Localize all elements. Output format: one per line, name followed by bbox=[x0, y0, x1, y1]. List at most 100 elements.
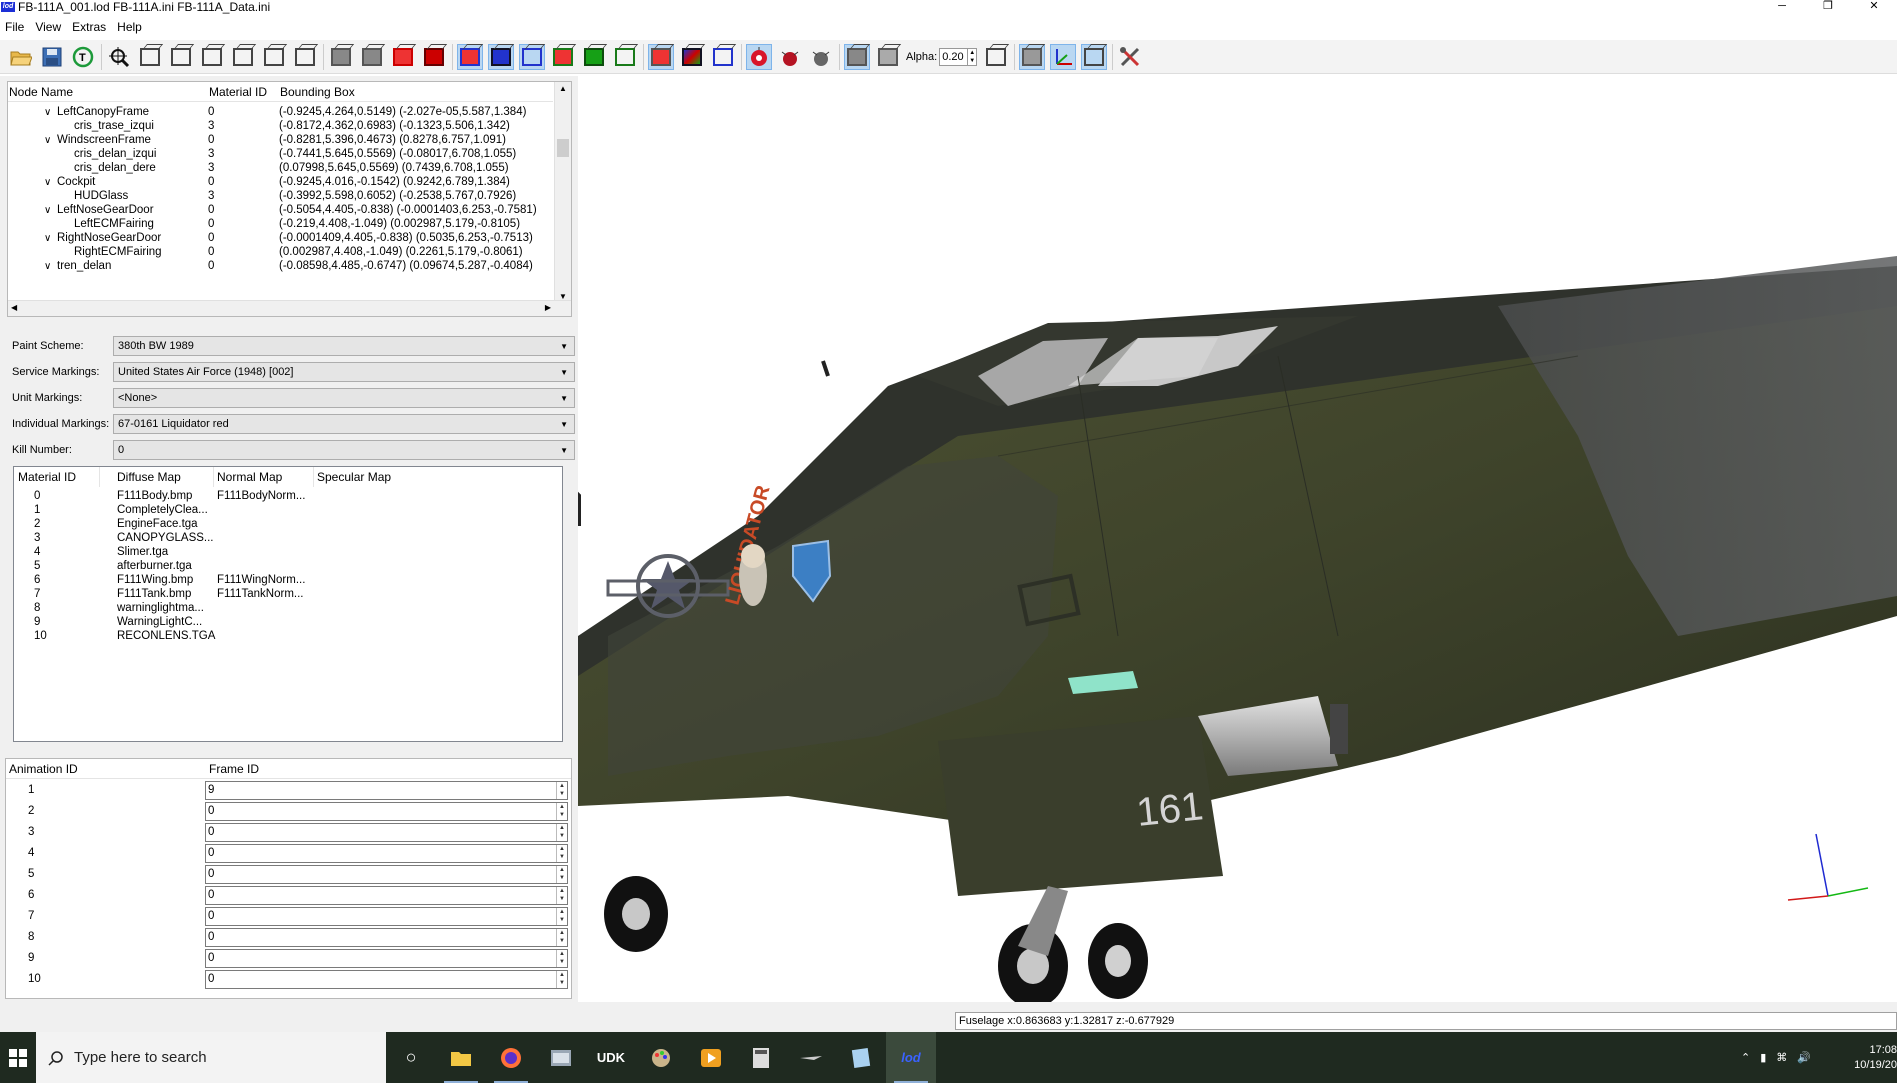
spinner-arrows-icon[interactable]: ▲ ▼ bbox=[556, 866, 567, 883]
tree-horizontal-scrollbar[interactable]: ◀ ▶ bbox=[8, 300, 571, 316]
render-mode-2-button[interactable] bbox=[679, 44, 705, 70]
individual-markings-select[interactable]: 67-0161 Liquidator red ▼ bbox=[113, 414, 575, 434]
close-button[interactable]: ✕ bbox=[1851, 0, 1897, 14]
taskbar-lod-editor[interactable]: lod bbox=[886, 1032, 936, 1083]
battery-icon[interactable]: ▮ bbox=[1760, 1051, 1766, 1064]
kill-number-select[interactable]: 0 ▼ bbox=[113, 440, 575, 460]
axis-y-wire-button[interactable] bbox=[550, 44, 576, 70]
paint-scheme-select[interactable]: 380th BW 1989 ▼ bbox=[113, 336, 575, 356]
clock[interactable]: 17:08 10/19/20 bbox=[1817, 1043, 1897, 1073]
view-right-button[interactable] bbox=[230, 44, 256, 70]
volume-icon[interactable]: 🔊 bbox=[1797, 1051, 1811, 1064]
tree-vertical-scrollbar[interactable]: ▲ ▼ bbox=[554, 82, 571, 303]
shade-red-dark-button[interactable] bbox=[421, 44, 447, 70]
menu-view[interactable]: View bbox=[30, 20, 67, 34]
taskbar-app-4[interactable]: UDK bbox=[586, 1032, 636, 1083]
col-node-name[interactable]: Node Name bbox=[8, 82, 73, 102]
spinner-arrows-icon[interactable]: ▲ ▼ bbox=[556, 908, 567, 925]
tree-row[interactable]: ∨ tren_delan 0 (-0.08598,4.485,-0.6747) (0.… bbox=[8, 258, 553, 275]
axis-x-box-button[interactable] bbox=[519, 43, 545, 70]
alpha-input[interactable]: 0.20 ▲ ▼ bbox=[939, 47, 978, 66]
material-row[interactable]: 10 RECONLENS.TGA bbox=[14, 628, 562, 645]
transparency-2-button[interactable] bbox=[875, 44, 901, 70]
wifi-icon[interactable]: ⌘ bbox=[1776, 1051, 1787, 1064]
shade-red-button[interactable] bbox=[390, 44, 416, 70]
frame-id-spinbox[interactable]: 9 ▲ ▼ bbox=[205, 781, 568, 800]
show-box-button[interactable] bbox=[1081, 43, 1108, 70]
col-normal-map[interactable]: Normal Map bbox=[217, 470, 282, 484]
3d-viewport[interactable]: LIQUIDATOR 161 bbox=[578, 76, 1897, 1002]
scroll-right-icon[interactable]: ▶ bbox=[545, 303, 551, 312]
render-mode-3-button[interactable] bbox=[710, 44, 736, 70]
axis-y-solid-button[interactable] bbox=[581, 44, 607, 70]
axis-y-box-button[interactable] bbox=[612, 44, 638, 70]
scroll-left-icon[interactable]: ◀ bbox=[11, 303, 17, 312]
open-button[interactable] bbox=[8, 44, 34, 70]
service-markings-select[interactable]: United States Air Force (1948) [002] ▼ bbox=[113, 362, 575, 382]
save-button[interactable] bbox=[39, 44, 65, 70]
material-list[interactable]: Material ID Diffuse Map Normal Map Specu… bbox=[13, 466, 563, 742]
taskbar-app-9[interactable] bbox=[836, 1032, 886, 1083]
frame-id-spinbox[interactable]: 0 ▲ ▼ bbox=[205, 928, 568, 947]
start-button[interactable] bbox=[0, 1032, 36, 1083]
view-left-button[interactable] bbox=[199, 44, 225, 70]
spinner-arrows-icon[interactable]: ▲ ▼ bbox=[556, 887, 567, 904]
restore-button[interactable]: ❐ bbox=[1805, 0, 1851, 14]
shade-flat-button[interactable] bbox=[328, 44, 354, 70]
taskbar-firefox[interactable] bbox=[486, 1032, 536, 1083]
spinner-arrows-icon[interactable]: ▲ ▼ bbox=[556, 782, 567, 799]
show-axes-button[interactable] bbox=[1050, 43, 1077, 70]
spinner-arrows-icon[interactable]: ▲ ▼ bbox=[556, 824, 567, 841]
lights-red-button[interactable] bbox=[746, 43, 772, 70]
frame-id-spinbox[interactable]: 0 ▲ ▼ bbox=[205, 949, 568, 968]
frame-id-spinbox[interactable]: 0 ▲ ▼ bbox=[205, 844, 568, 863]
col-frame-id[interactable]: Frame ID bbox=[209, 762, 259, 776]
reload-texture-button[interactable]: T bbox=[70, 44, 96, 70]
axis-x-solid-button[interactable] bbox=[488, 43, 514, 70]
taskbar-app-3[interactable] bbox=[536, 1032, 586, 1083]
aircraft-render[interactable]: LIQUIDATOR 161 bbox=[578, 76, 1897, 1002]
col-material-id[interactable]: Material ID bbox=[208, 82, 267, 102]
zoom-fit-button[interactable] bbox=[106, 44, 132, 70]
spinner-arrows-icon[interactable]: ▲ ▼ bbox=[556, 929, 567, 946]
spinner-arrows-icon[interactable]: ▲ ▼ bbox=[556, 845, 567, 862]
frame-id-spinbox[interactable]: 0 ▲ ▼ bbox=[205, 886, 568, 905]
show-normals-button[interactable] bbox=[1019, 43, 1046, 70]
taskbar-search-box[interactable]: Type here to search bbox=[36, 1032, 386, 1083]
spinner-arrows-icon[interactable]: ▲ ▼ bbox=[556, 950, 567, 967]
render-mode-1-button[interactable] bbox=[648, 43, 674, 70]
node-tree[interactable]: Node Name Material ID Bounding Box ∨ Left… bbox=[7, 81, 572, 317]
menu-extras[interactable]: Extras bbox=[67, 20, 112, 34]
scroll-up-icon[interactable]: ▲ bbox=[555, 84, 571, 93]
minimize-button[interactable]: ─ bbox=[1759, 0, 1805, 14]
col-material-id[interactable]: Material ID bbox=[18, 470, 76, 484]
frame-id-spinbox[interactable]: 0 ▲ ▼ bbox=[205, 907, 568, 926]
col-bounding-box[interactable]: Bounding Box bbox=[279, 82, 355, 102]
taskbar-file-explorer[interactable] bbox=[436, 1032, 486, 1083]
menu-file[interactable]: File bbox=[0, 20, 30, 34]
menu-help[interactable]: Help bbox=[112, 20, 148, 34]
transparency-button[interactable] bbox=[844, 43, 870, 70]
tray-expand-icon[interactable]: ⌃ bbox=[1741, 1051, 1750, 1064]
frame-id-spinbox[interactable]: 0 ▲ ▼ bbox=[205, 970, 568, 989]
lights-grey-button[interactable] bbox=[808, 44, 834, 70]
lights-bug-button[interactable] bbox=[777, 44, 803, 70]
axis-x-wire-button[interactable] bbox=[457, 43, 483, 70]
alpha-spinner[interactable]: ▲ ▼ bbox=[967, 48, 976, 65]
bounding-box-button[interactable] bbox=[983, 44, 1009, 70]
frame-id-spinbox[interactable]: 0 ▲ ▼ bbox=[205, 802, 568, 821]
scroll-thumb[interactable] bbox=[557, 139, 569, 157]
shade-smooth-button[interactable] bbox=[359, 44, 385, 70]
frame-id-spinbox[interactable]: 0 ▲ ▼ bbox=[205, 823, 568, 842]
task-view-button[interactable]: ○ bbox=[386, 1032, 436, 1083]
col-animation-id[interactable]: Animation ID bbox=[9, 762, 78, 776]
taskbar-calculator[interactable] bbox=[736, 1032, 786, 1083]
view-back-button[interactable] bbox=[168, 44, 194, 70]
taskbar-app-8[interactable] bbox=[786, 1032, 836, 1083]
col-specular-map[interactable]: Specular Map bbox=[317, 470, 391, 484]
view-bottom-button[interactable] bbox=[292, 44, 318, 70]
spinner-arrows-icon[interactable]: ▲ ▼ bbox=[556, 803, 567, 820]
settings-button[interactable] bbox=[1117, 44, 1143, 70]
taskbar-app-6[interactable] bbox=[686, 1032, 736, 1083]
taskbar-app-5[interactable] bbox=[636, 1032, 686, 1083]
